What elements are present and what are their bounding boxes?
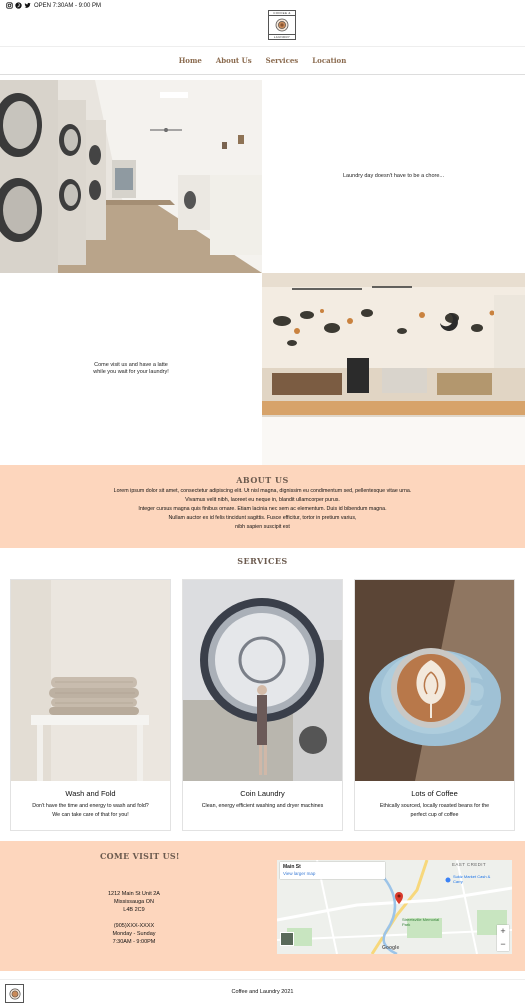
map-place-name: Main St [283, 864, 301, 870]
nav-home[interactable]: Home [179, 56, 202, 65]
visit-section: COME VISIT US! 1212 Main St Unit 2A Miss… [0, 841, 525, 971]
service-title-wash-fold: Wash and Fold [65, 789, 116, 798]
about-line-5: nibh sapien suscipit est [235, 524, 290, 530]
about-text: Lorem ipsum dolor sit amet, consectetur … [0, 487, 525, 532]
street-view-thumbnail[interactable] [280, 932, 294, 946]
twitter-icon[interactable] [24, 2, 31, 9]
address-line-3: L4B 2C9 [123, 907, 145, 913]
map-info-box: Main St View larger map [280, 862, 385, 879]
view-larger-map-link[interactable]: View larger map [283, 871, 382, 876]
service-desc-coffee-line1: Ethically sourced, locally roasted beans… [379, 803, 490, 809]
address-line-1: 1212 Main St Unit 2A [108, 891, 160, 897]
opening-hours: OPEN 7:30AM - 9:00 PM [34, 2, 102, 9]
about-line-4: Nullam auctor ex id felis tincidunt sagi… [168, 515, 357, 521]
zoom-out-button[interactable]: − [497, 938, 509, 951]
about-section: ABOUT US Lorem ipsum dolor sit amet, con… [0, 465, 525, 548]
service-desc-wash-fold: Don't have the time and energy to wash a… [11, 802, 170, 820]
service-card-coffee: Lots of Coffee Ethically sourced, locall… [354, 579, 515, 831]
hero-caption-2-line2: while you wait for your laundry! [93, 369, 169, 375]
service-desc-coin-laundry-line1: Clean, energy efficient washing and drye… [201, 803, 324, 809]
service-card-wash-fold: Wash and Fold Don't have the time and en… [10, 579, 171, 831]
nav-location[interactable]: Location [312, 56, 346, 65]
visit-title: COME VISIT US! [100, 851, 180, 861]
laundromat-photo [0, 80, 262, 273]
service-card-coin-laundry: Coin Laundry Clean, energy efficient was… [182, 579, 343, 831]
hours-days: Monday - Sunday [112, 931, 156, 937]
footer-text: Coffee and Laundry 2021 [231, 989, 294, 995]
service-title-coin-laundry: Coin Laundry [240, 789, 285, 798]
services-title: SERVICES [237, 556, 288, 566]
zoom-in-button[interactable]: + [497, 925, 509, 938]
google-logo: Google [382, 945, 400, 951]
about-line-3: Integer cursus magna quis finibus ornare… [138, 506, 387, 512]
latte-art-photo [355, 580, 514, 781]
site-logo[interactable]: COFFEE & LAUNDRY [268, 10, 296, 40]
hero-caption-2: Come visit us and have a latte while you… [0, 273, 262, 465]
about-title: ABOUT US [236, 475, 289, 485]
folded-towels-photo [11, 580, 170, 781]
hero-caption-2-line1: Come visit us and have a latte [94, 362, 168, 368]
washer-door-photo [183, 580, 342, 781]
hours-time: 7:30AM - 9:00PM [112, 939, 156, 945]
cafe-counter-photo [262, 273, 525, 465]
address-line-2: Mississauga ON [113, 899, 155, 905]
instagram-icon[interactable] [6, 2, 13, 9]
logo-text-bottom: LAUNDRY [269, 34, 295, 39]
washing-machine-logo-icon [275, 18, 289, 32]
about-line-1: Lorem ipsum dolor sit amet, consectetur … [113, 488, 412, 494]
about-line-2: Vivamus velit nibh, laoreet eu neque in,… [185, 497, 340, 503]
location-map[interactable]: Main St View larger map EAST CREDIT Suki… [277, 860, 512, 954]
address-block: 1212 Main St Unit 2A Mississauga ON L4B … [95, 890, 173, 946]
map-label-park: Streetsville Memorial Park [402, 917, 440, 927]
phone-number[interactable]: (905)XXX-XXXX [95, 922, 173, 930]
service-title-coffee: Lots of Coffee [411, 789, 458, 798]
site-header: OPEN 7:30AM - 9:00 PM COFFEE & LAUNDRY [0, 0, 525, 47]
social-links [6, 2, 31, 9]
top-bar: OPEN 7:30AM - 9:00 PM [0, 0, 525, 11]
service-desc-coffee: Ethically sourced, locally roasted beans… [355, 802, 514, 820]
hero-caption-1-text: Laundry day doesn't have to be a chore..… [342, 173, 445, 179]
nav-about-us[interactable]: About Us [216, 56, 252, 65]
nav-services[interactable]: Services [266, 56, 299, 65]
map-zoom-controls: + − [497, 925, 509, 951]
map-label-market: Sukiz Market Cash & Carry [453, 874, 491, 884]
site-footer: Coffee and Laundry 2021 [0, 979, 525, 1004]
hero-caption-1: Laundry day doesn't have to be a chore..… [262, 80, 525, 273]
service-desc-coffee-line2: perfect cup of coffee [410, 812, 459, 818]
service-desc-wash-fold-line2: We can take care of that for you! [52, 812, 129, 818]
pinterest-icon[interactable] [15, 2, 22, 9]
service-desc-coin-laundry: Clean, energy efficient washing and drye… [183, 802, 342, 811]
service-desc-wash-fold-line1: Don't have the time and energy to wash a… [32, 803, 149, 809]
main-nav: Home About Us Services Location [0, 47, 525, 75]
map-label-east-credit: EAST CREDIT [452, 862, 487, 867]
